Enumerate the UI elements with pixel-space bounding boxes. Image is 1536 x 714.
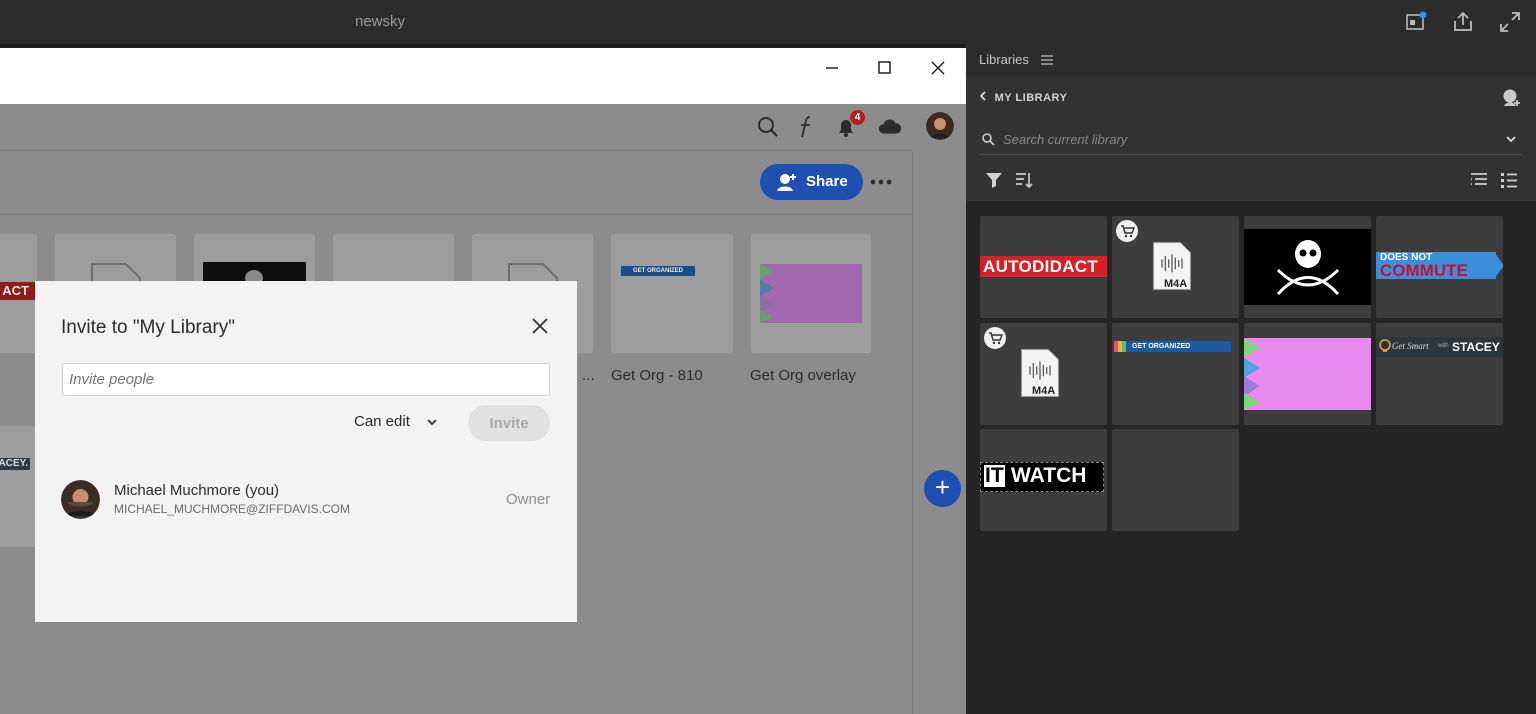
permission-dropdown[interactable]: Can edit xyxy=(354,413,437,435)
cloud-icon[interactable] xyxy=(877,114,903,140)
libraries-tab-bar: Libraries xyxy=(966,44,1536,77)
add-person-icon xyxy=(777,174,796,191)
pink-overlay-art xyxy=(1244,338,1371,410)
tile-art-text: ACT xyxy=(0,282,37,300)
fonts-icon[interactable] xyxy=(793,114,819,140)
panel-notification-icon[interactable] xyxy=(1404,10,1428,34)
tile-art-text: ACEY. xyxy=(0,458,30,470)
get-organized-art: GET ORGANIZED xyxy=(621,266,695,276)
member-role: Owner xyxy=(506,491,551,508)
minimize-icon[interactable] xyxy=(818,54,846,82)
file-type-label: M4A xyxy=(1032,385,1056,397)
search-icon xyxy=(982,133,995,146)
library-search-input[interactable] xyxy=(1003,129,1483,149)
triangle-strip-art xyxy=(760,264,774,323)
watch-text: WATCH xyxy=(1011,464,1087,487)
close-window-icon[interactable] xyxy=(924,54,952,82)
list-view-icon[interactable] xyxy=(1499,170,1519,190)
close-icon[interactable] xyxy=(531,317,549,335)
member-email: MICHAEL_MUCHMORE@ZIFFDAVIS.COM xyxy=(114,502,350,516)
user-avatar[interactable] xyxy=(926,112,954,140)
notification-badge: 4 xyxy=(850,110,865,125)
library-asset-autodidact[interactable]: AUTODIDACT xyxy=(980,216,1107,318)
cart-icon xyxy=(1116,220,1138,242)
autodidact-logo: AUTODIDACT xyxy=(980,256,1107,277)
library-asset-blank[interactable] xyxy=(1112,429,1239,531)
library-asset-pink-overlay[interactable] xyxy=(1244,323,1371,425)
libraries-tab[interactable]: Libraries xyxy=(979,52,1029,67)
library-asset-m4a-1[interactable]: M4A xyxy=(1112,216,1239,318)
asset-tile-get-org-overlay[interactable] xyxy=(751,234,871,353)
arrow-tip-art xyxy=(1494,252,1503,279)
avatar xyxy=(61,480,100,519)
panel-menu-icon[interactable] xyxy=(1040,53,1054,67)
asset-tile-autodidact[interactable]: ACT xyxy=(0,234,37,353)
search-icon[interactable] xyxy=(755,114,781,140)
pink-overlay-art xyxy=(760,264,862,323)
chevron-left-icon xyxy=(979,91,986,101)
app-title: newsky xyxy=(355,13,406,30)
share-button[interactable]: Share xyxy=(760,164,863,200)
group-view-icon[interactable] xyxy=(1469,170,1489,190)
library-asset-get-organized[interactable]: GET ORGANIZED xyxy=(1112,323,1239,425)
library-assets-grid: AUTODIDACT M4A DOES NOT COMMUTE M4A GET … xyxy=(966,201,1536,714)
more-options-icon[interactable] xyxy=(868,170,894,194)
commute-text: COMMUTE xyxy=(1380,261,1468,280)
header-divider xyxy=(0,214,912,215)
invite-button[interactable]: Invite xyxy=(468,405,550,441)
chevron-down-icon xyxy=(427,419,437,426)
tile-label: ... xyxy=(582,367,595,384)
share-button-label: Share xyxy=(806,173,848,190)
member-name: Michael Muchmore (you) xyxy=(114,482,280,499)
tile-label: Get Org overlay xyxy=(750,367,856,384)
library-asset-get-smart-stacey[interactable]: Get Smart with STACEY xyxy=(1376,323,1503,425)
fullscreen-icon[interactable] xyxy=(1498,10,1522,34)
asset-tile-get-org-810[interactable]: GET ORGANIZED xyxy=(611,234,733,353)
skull-crossed-swords-icon xyxy=(1276,240,1340,296)
it-text: IT xyxy=(984,464,1005,487)
back-to-libraries[interactable]: MY LIBRARY xyxy=(979,91,1067,104)
get-organized-text: GET ORGANIZED xyxy=(1132,343,1191,350)
invite-dialog: Invite to "My Library" Can edit Invite M… xyxy=(35,281,577,622)
invite-people-input[interactable] xyxy=(62,363,550,396)
lightbulb-icon xyxy=(1379,339,1391,352)
library-search xyxy=(979,124,1523,155)
maximize-icon[interactable] xyxy=(871,54,899,82)
get-smart-text: Get Smart xyxy=(1392,341,1429,351)
dialog-title: Invite to "My Library" xyxy=(61,317,235,338)
stacey-text: STACEY xyxy=(1452,340,1500,354)
app-title-bar: newsky xyxy=(0,0,1536,44)
library-name: MY LIBRARY xyxy=(994,92,1068,104)
color-strip-art xyxy=(1114,341,1126,352)
libraries-panel: Libraries MY LIBRARY AUTODIDACT M4A xyxy=(966,44,1536,714)
file-type-label: M4A xyxy=(1164,278,1188,290)
with-text: with xyxy=(1438,343,1449,349)
invite-user-icon[interactable] xyxy=(1500,87,1522,109)
library-asset-itwatch[interactable]: IT WATCH xyxy=(980,429,1107,531)
window-titlebar xyxy=(0,48,966,104)
add-asset-button[interactable]: + xyxy=(924,470,961,507)
library-asset-jolly-roger[interactable] xyxy=(1244,216,1371,318)
chevron-down-icon[interactable] xyxy=(1505,134,1517,144)
filter-icon[interactable] xyxy=(984,170,1004,190)
skull-icon xyxy=(245,270,263,282)
content-divider xyxy=(912,152,913,714)
tile-label: Get Org - 810 xyxy=(611,367,703,384)
triangle-strip-art xyxy=(1244,338,1260,410)
permission-value: Can edit xyxy=(354,413,410,430)
share-upload-icon[interactable] xyxy=(1451,10,1475,34)
library-asset-does-not-commute[interactable]: DOES NOT COMMUTE xyxy=(1376,216,1503,318)
sort-icon[interactable] xyxy=(1014,170,1034,190)
library-asset-m4a-2[interactable]: M4A xyxy=(980,323,1107,425)
cart-icon xyxy=(984,327,1006,349)
cc-header xyxy=(0,104,912,151)
asset-tile-stacey[interactable]: ACEY. xyxy=(0,426,37,547)
